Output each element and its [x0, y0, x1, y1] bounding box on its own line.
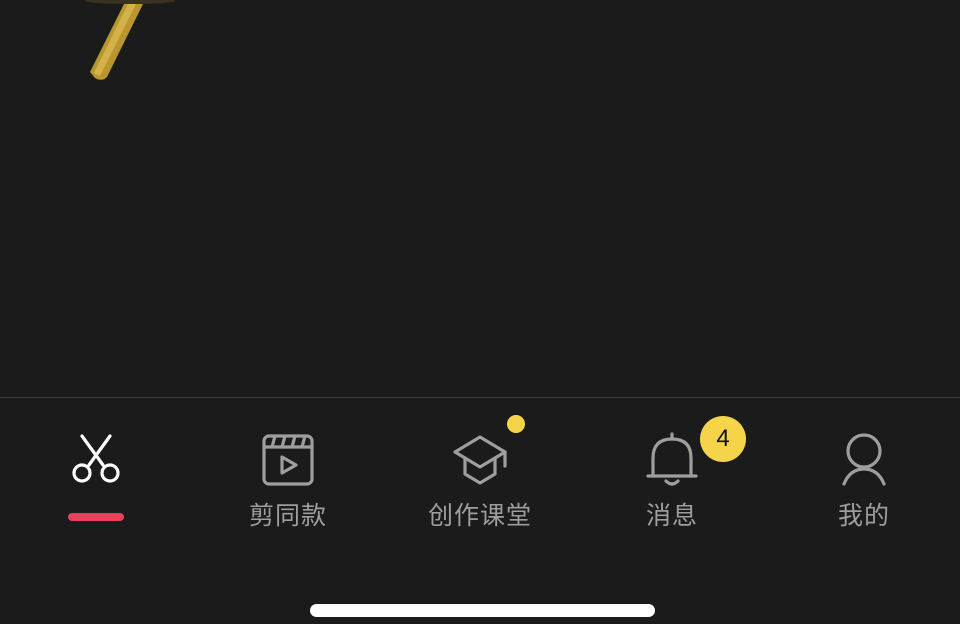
- tab-classroom[interactable]: 创作课堂: [384, 398, 576, 558]
- tab-messages[interactable]: 4 消息: [576, 398, 768, 558]
- decorative-stick-image: [85, 0, 175, 80]
- new-content-dot-badge: [507, 415, 525, 433]
- home-indicator[interactable]: [310, 604, 655, 617]
- active-tab-indicator: [68, 513, 124, 521]
- tab-profile[interactable]: 我的: [768, 398, 960, 558]
- tab-classroom-label: 创作课堂: [427, 501, 532, 530]
- bell-icon: [644, 432, 700, 488]
- main-content-area: [0, 0, 960, 397]
- graduation-cap-icon: [452, 432, 508, 488]
- tab-templates[interactable]: 剪同款: [192, 398, 384, 558]
- user-icon: [836, 432, 892, 488]
- bottom-tab-bar: 剪同款 创作课堂 4 消息 我的: [0, 397, 960, 624]
- tab-templates-label: 剪同款: [248, 501, 327, 530]
- tab-messages-label: 消息: [645, 501, 698, 530]
- message-count-badge: 4: [700, 416, 746, 462]
- tab-edit[interactable]: [0, 398, 192, 558]
- scissors-icon: [68, 432, 124, 488]
- video-template-icon: [260, 432, 316, 488]
- tab-profile-label: 我的: [837, 501, 890, 530]
